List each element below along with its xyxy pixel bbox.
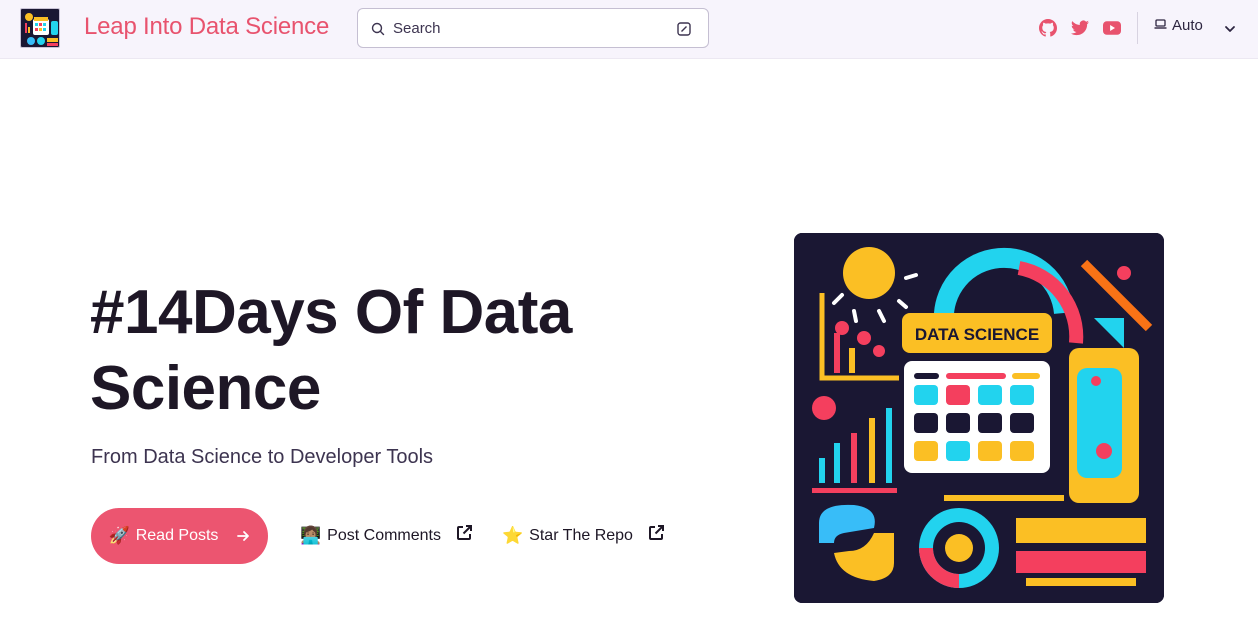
youtube-icon[interactable] (1102, 17, 1122, 39)
hero-title: #14Days Of Data Science (90, 275, 710, 427)
navbar-divider (1137, 12, 1138, 44)
github-icon[interactable] (1038, 17, 1058, 39)
site-logo[interactable] (20, 8, 60, 48)
read-posts-label: Read Posts (135, 527, 219, 544)
twitter-icon[interactable] (1070, 17, 1090, 39)
rocket-icon: 🚀 (108, 526, 130, 546)
laptop-icon (1154, 17, 1167, 34)
star-repo-label: Star The Repo (529, 526, 633, 544)
post-comments-label: Post Comments (327, 526, 441, 544)
theme-toggle[interactable]: Auto (1154, 17, 1235, 34)
search-icon (370, 21, 386, 37)
external-link-icon (647, 524, 665, 547)
chevron-down-icon[interactable] (1224, 20, 1236, 37)
star-repo-link[interactable]: ⭐ Star The Repo (502, 524, 665, 547)
hero-title-line-2: Science (90, 354, 321, 423)
social-links (1038, 17, 1122, 39)
hero-illustration: DATA SCIENCE (794, 233, 1164, 603)
hero-title-line-1: #14Days Of Data (90, 278, 572, 347)
site-title[interactable]: Leap Into Data Science (84, 13, 329, 41)
navbar: Leap Into Data Science Search Auto (0, 0, 1258, 59)
read-posts-button[interactable]: 🚀 Read Posts (91, 508, 268, 564)
search-placeholder: Search (393, 20, 441, 37)
keyboard-shortcut-icon (676, 21, 692, 37)
search-bar[interactable]: Search (357, 8, 709, 48)
technologist-icon: 👩🏽‍💻 (300, 525, 322, 546)
logo-image (21, 9, 59, 47)
arrow-right-icon (236, 529, 250, 543)
star-icon: ⭐ (502, 525, 524, 546)
external-link-icon (455, 524, 473, 547)
illustration-caption: DATA SCIENCE (915, 325, 1039, 344)
hero-tagline: From Data Science to Developer Tools (91, 446, 434, 468)
post-comments-link[interactable]: 👩🏽‍💻 Post Comments (300, 524, 473, 547)
theme-label: Auto (1172, 17, 1203, 34)
